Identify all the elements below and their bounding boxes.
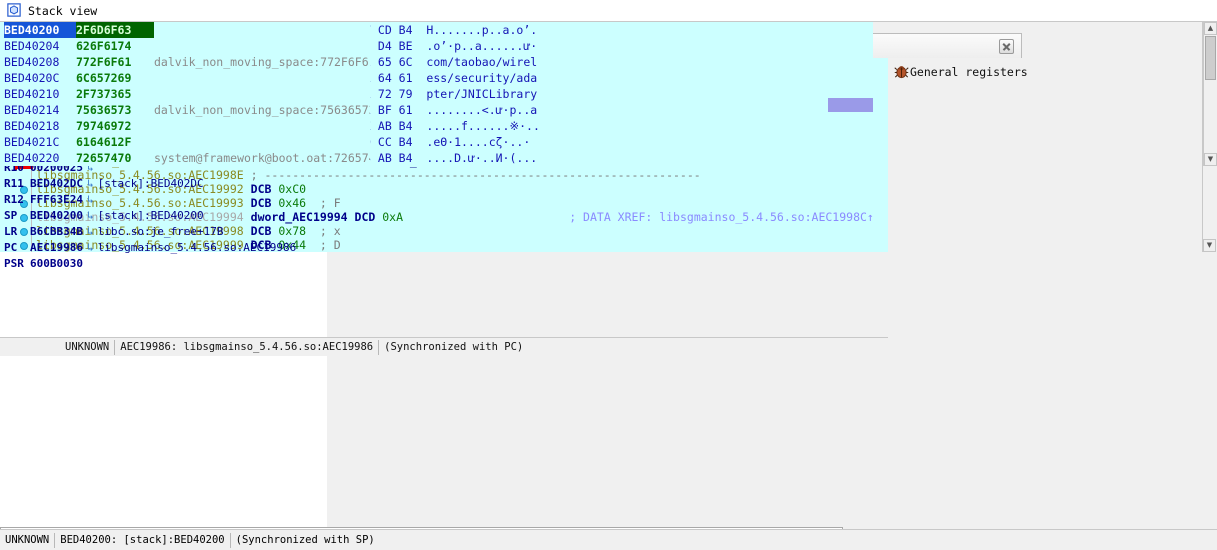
scroll-up-icon[interactable]: ▲	[1204, 22, 1217, 35]
stack-row[interactable]: BED4021C 6164612F	[0, 134, 370, 150]
stack-row[interactable]: BED40220 72657470 system@framework@boot.oa…	[0, 150, 370, 166]
follow-arrow-icon[interactable]: ↳	[83, 209, 98, 222]
follow-arrow-icon[interactable]: ↳	[83, 193, 98, 206]
hex-scrollbar[interactable]: ▲ ▼	[1203, 22, 1217, 166]
stack-view-title: Stack view	[28, 3, 98, 18]
status-cell: BED40200: [stack]:BED40200	[55, 532, 231, 548]
stack-dump[interactable]: BED40200 2F6D6F63 BED40204 626F6174 BED40208…	[0, 22, 370, 166]
follow-arrow-icon[interactable]: ↳	[83, 177, 98, 190]
stack-row[interactable]: BED40200 2F6D6F63	[0, 22, 370, 38]
stack-view-titlebar: Stack view	[0, 0, 1217, 22]
register-row[interactable]: PC AEC19986 ↳ libsgmainso_5.4.56.so:AEC1998…	[0, 240, 1217, 256]
register-row[interactable]: LR B6CBB34B ↳ libc.so:je_free+17B	[0, 224, 1217, 240]
stack-row[interactable]: BED4020C 6C657269	[0, 70, 370, 86]
register-row[interactable]: SP BED40200 ↳ [stack]:BED40200	[0, 208, 1217, 224]
ida-pro-window: ⋮⋮⋮ Library functionRegular functionInst…	[0, 0, 1217, 550]
stack-view-icon	[7, 3, 22, 18]
stack-row[interactable]: BED40214 75636573 dalvik_non_moving_space:…	[0, 102, 370, 118]
status-cell: UNKNOWN	[0, 532, 56, 548]
stack-row[interactable]: BED40210 2F737365	[0, 86, 370, 102]
stack-statusbar: UNKNOWN BED40200: [stack]:BED40200 (Synchr…	[0, 529, 1217, 550]
register-row[interactable]: R12 FFF63E24 ↳	[0, 192, 1217, 208]
general-registers-panel: R0B4CD6F00↳[anon:libc_malloc]:B4CD6F00R1…	[0, 1, 356, 527]
stack-row[interactable]: BED40218 79746972	[0, 118, 370, 134]
status-cell: (Synchronized with SP)	[235, 533, 375, 546]
stack-row[interactable]: BED40208 772F6F61 dalvik_non_moving_space:…	[0, 54, 370, 70]
register-row[interactable]: R11 BED402DC ↳ [stack]:BED402DC	[0, 176, 1217, 192]
stack-row[interactable]: BED40204 626F6174	[0, 38, 370, 54]
scroll-thumb[interactable]	[1205, 36, 1216, 80]
follow-arrow-icon[interactable]: ↳	[83, 225, 98, 238]
register-row[interactable]: PSR 600B0030	[0, 256, 1217, 272]
scroll-down-icon[interactable]: ▼	[1204, 153, 1217, 166]
follow-arrow-icon[interactable]: ↳	[83, 241, 98, 254]
